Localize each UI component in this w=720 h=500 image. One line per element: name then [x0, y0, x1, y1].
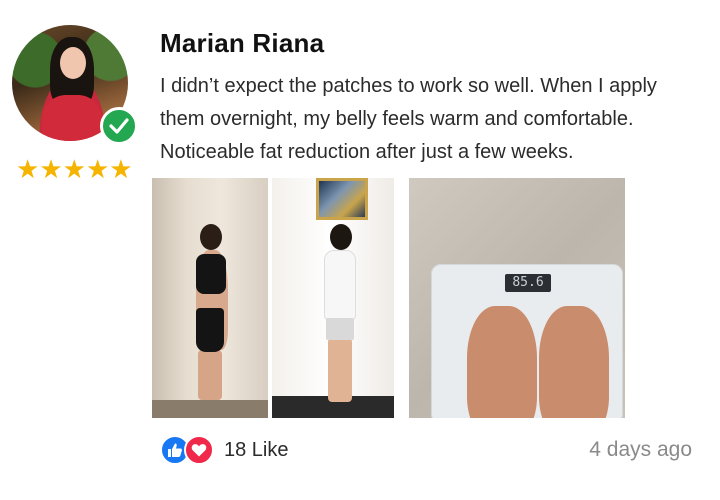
person-shirt — [324, 250, 356, 320]
bathroom-scale: 85.6 — [431, 264, 623, 418]
star-icon: ★ — [62, 155, 86, 185]
person-legs — [328, 338, 352, 402]
reaction-icons[interactable] — [160, 435, 216, 465]
scale-reading: 85.6 — [505, 274, 551, 292]
star-icon: ★ — [16, 155, 40, 185]
person-head — [330, 224, 352, 250]
person-shorts — [196, 308, 224, 352]
person-top — [196, 254, 226, 294]
scale-photo[interactable]: 85.6 — [409, 178, 625, 418]
timestamp: 4 days ago — [589, 438, 692, 461]
review-text: I didn’t expect the patches to work so w… — [160, 75, 657, 163]
person-shorts — [326, 318, 354, 340]
reviewer-name[interactable]: Marian Riana — [160, 28, 324, 59]
love-icon[interactable] — [184, 435, 214, 465]
person-legs — [198, 350, 222, 400]
review-card: ★ ★ ★ ★ ★ Marian Riana I didn’t expect t… — [0, 0, 720, 500]
before-side-photo[interactable] — [152, 178, 268, 418]
after-side-photo[interactable] — [272, 178, 394, 418]
person-head — [200, 224, 222, 250]
wall-painting — [316, 178, 368, 220]
star-rating: ★ ★ ★ ★ ★ — [16, 155, 133, 185]
right-foot — [539, 306, 609, 418]
avatar-dress — [42, 95, 102, 141]
star-icon: ★ — [39, 155, 63, 185]
left-foot — [467, 306, 537, 418]
like-count[interactable]: 18 Like — [224, 437, 289, 463]
star-icon: ★ — [85, 155, 110, 185]
star-icon: ★ — [109, 155, 133, 185]
verified-check-icon — [100, 107, 138, 145]
avatar-face — [60, 47, 86, 79]
floor — [152, 400, 268, 418]
